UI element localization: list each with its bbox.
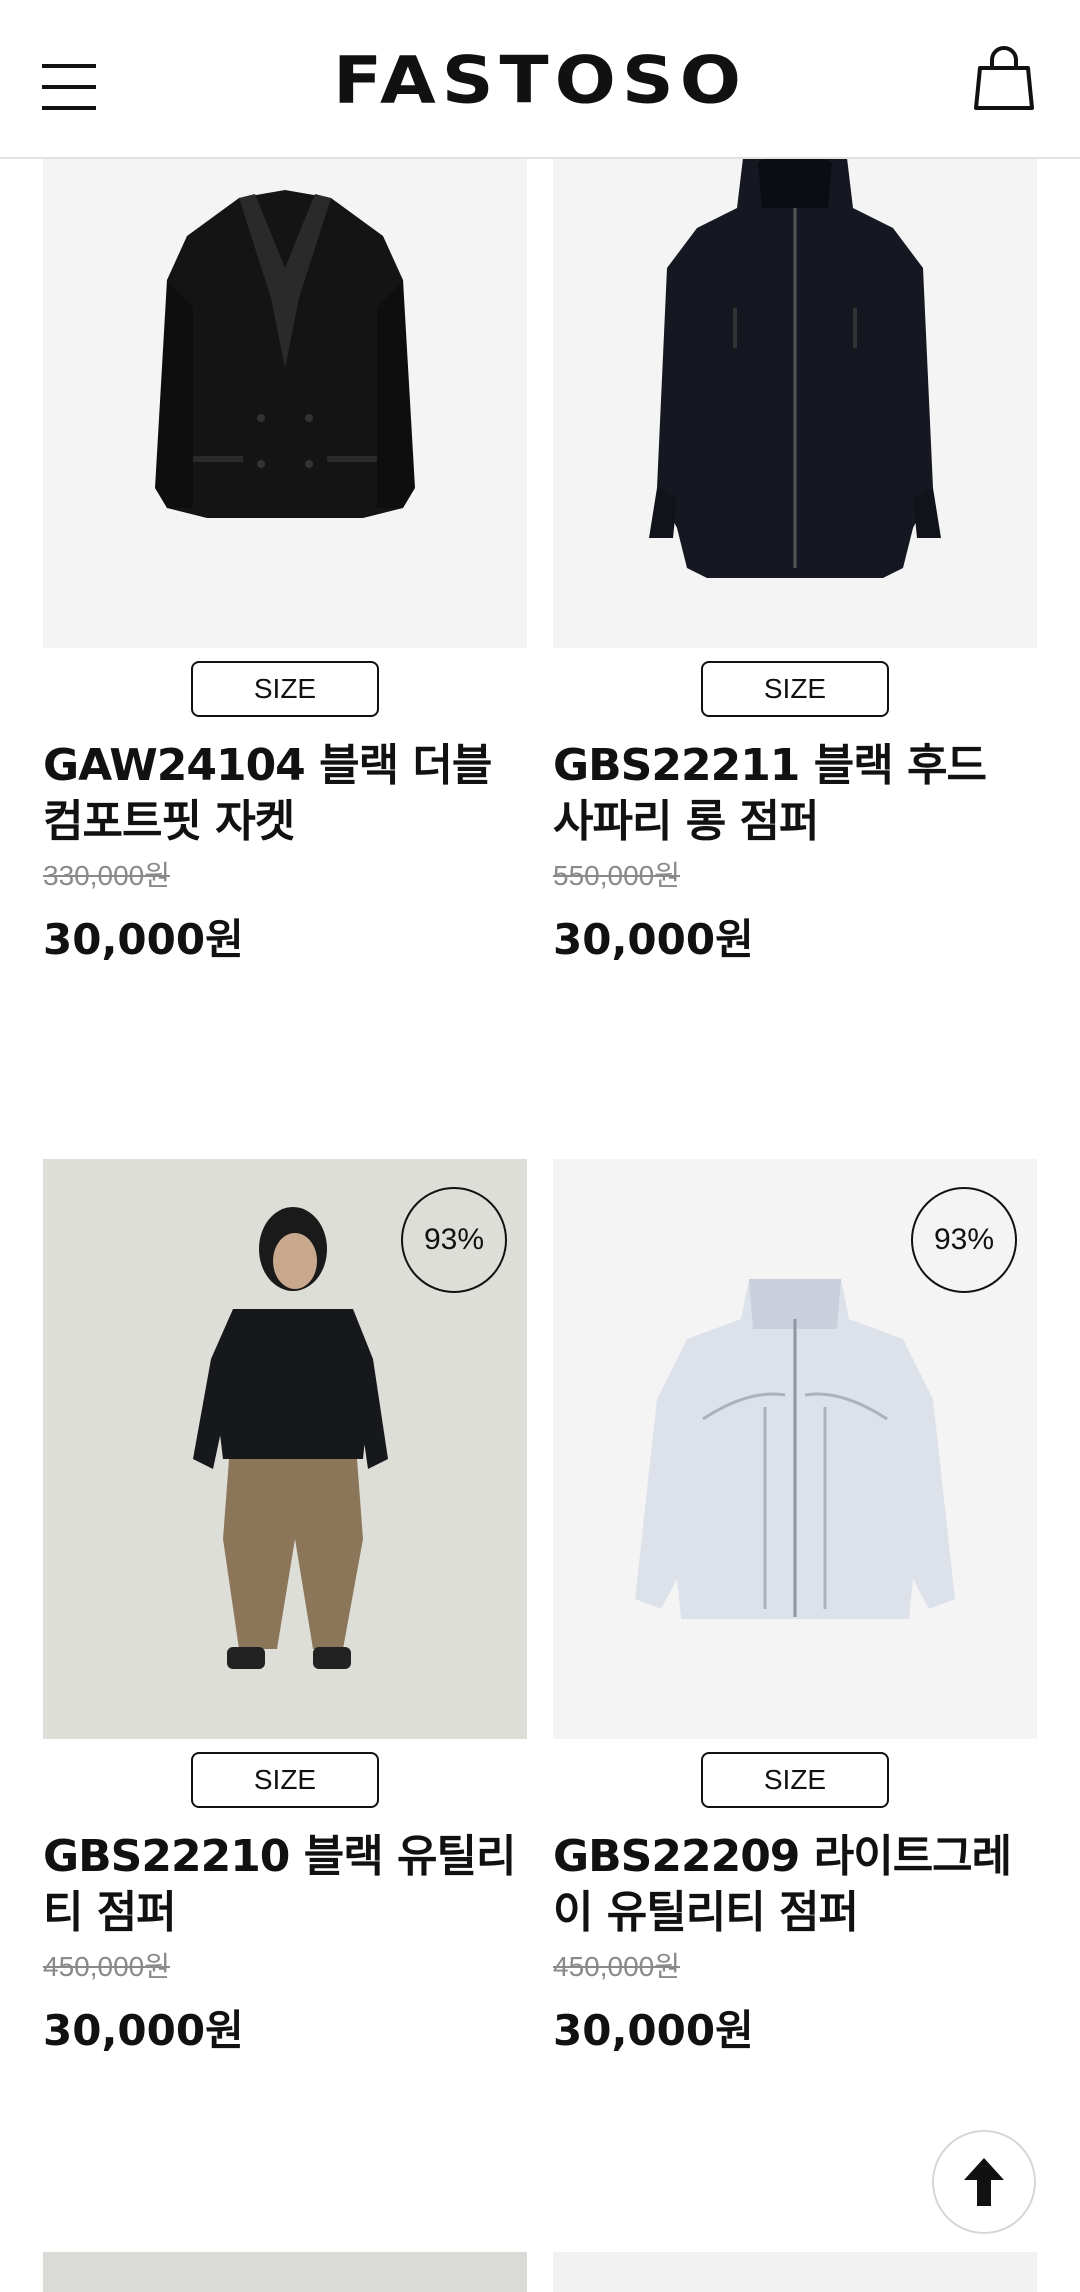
original-price: 450,000원 [43,1951,170,1982]
product-name[interactable]: GAW24104 블랙 더블 컴포트핏 자켓 [43,738,527,850]
original-price: 450,000원 [553,1951,680,1982]
product-image-peek[interactable] [553,2252,1037,2292]
product-name[interactable]: GBS22210 블랙 유틸리티 점퍼 [43,1829,527,1941]
shopping-bag-icon[interactable] [972,46,1036,112]
scroll-top-button[interactable] [932,2130,1036,2234]
product-name[interactable]: GBS22209 라이트그레이 유틸리티 점퍼 [553,1829,1037,1941]
original-price: 330,000원 [43,860,170,891]
hamburger-menu-icon[interactable] [42,64,96,110]
sale-price: 30,000원 [43,915,244,964]
brand-logo[interactable]: FASTOSO [290,42,790,118]
discount-badge: 93% [911,1187,1017,1293]
size-button[interactable]: SIZE [701,661,889,717]
size-button[interactable]: SIZE [191,661,379,717]
arrow-up-icon [964,2158,1004,2206]
product-image[interactable]: 93% [553,1159,1037,1739]
product-grid: SIZE GAW24104 블랙 더블 컴포트핏 자켓 330,000원 30,… [0,0,1080,2292]
product-image[interactable]: 93% [43,1159,527,1739]
sale-price: 30,000원 [553,915,754,964]
product-image-peek[interactable] [43,2252,527,2292]
size-button[interactable]: SIZE [191,1752,379,1808]
sale-price: 30,000원 [553,2006,754,2055]
sale-price: 30,000원 [43,2006,244,2055]
original-price: 550,000원 [553,860,680,891]
product-name[interactable]: GBS22211 블랙 후드 사파리 롱 점퍼 [553,738,1037,850]
discount-badge: 93% [401,1187,507,1293]
site-header: FASTOSO [0,0,1080,159]
size-button[interactable]: SIZE [701,1752,889,1808]
